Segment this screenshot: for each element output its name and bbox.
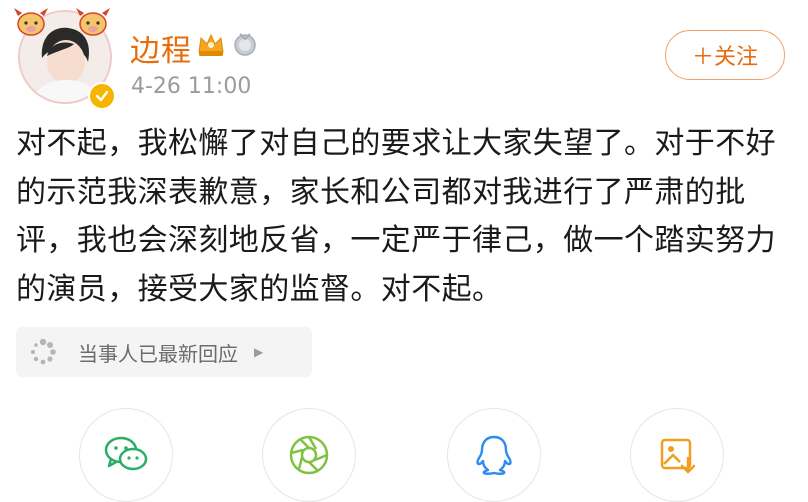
vip-crown-icon <box>198 33 224 56</box>
spinner-icon <box>26 335 60 369</box>
ox-decoration-icon <box>14 8 48 36</box>
share-wechat-button[interactable] <box>79 408 173 502</box>
response-tag[interactable]: 当事人已最新回应 ▶ <box>16 327 312 377</box>
post-timestamp: 4-26 11:00 <box>131 74 252 99</box>
save-image-icon <box>660 438 696 474</box>
wechat-icon <box>104 436 148 471</box>
post-text: 对不起，我松懈了对自己的要求让大家失望了。对于不好的示范我深表歉意，家长和公司都… <box>16 126 776 307</box>
follow-button[interactable]: ＋关注 <box>665 30 785 80</box>
moments-icon <box>289 435 329 475</box>
chevron-right-icon: ▶ <box>254 345 264 359</box>
save-image-button[interactable] <box>630 408 724 502</box>
qq-icon <box>476 435 512 475</box>
verified-badge-icon <box>88 82 116 110</box>
user-name[interactable]: 边程 <box>130 26 192 70</box>
medal-icon <box>234 33 256 56</box>
avatar[interactable] <box>12 4 116 110</box>
share-qq-button[interactable] <box>447 408 541 502</box>
share-moments-button[interactable] <box>262 408 356 502</box>
ox-decoration-icon <box>76 8 110 36</box>
response-tag-label: 当事人已最新回应 <box>78 341 238 366</box>
